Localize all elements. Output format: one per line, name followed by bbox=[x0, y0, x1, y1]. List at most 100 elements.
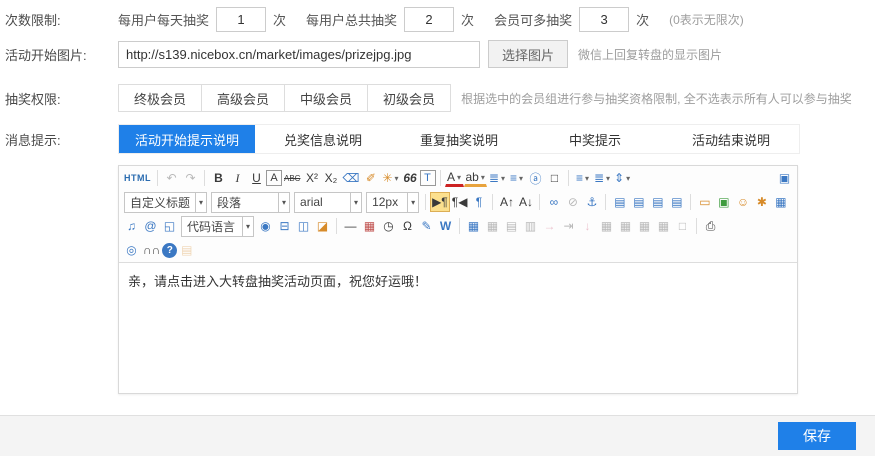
snippet-icon[interactable]: ◪ bbox=[313, 216, 332, 236]
insert-col-icon[interactable]: ⇥ bbox=[559, 216, 578, 236]
strikethrough-icon[interactable]: ABC bbox=[282, 168, 302, 188]
page-break-icon[interactable]: ⊟ bbox=[275, 216, 294, 236]
align-icon[interactable]: ≡▾ bbox=[573, 168, 592, 188]
dropdown-caret-icon: ▾ bbox=[242, 217, 253, 236]
font-size-decrease-icon[interactable]: A↓ bbox=[516, 192, 535, 212]
ordered-list-icon[interactable]: ≣▾ bbox=[487, 168, 507, 188]
unordered-list-icon[interactable]: ≡▾ bbox=[507, 168, 526, 188]
align-left-icon[interactable]: ▤ bbox=[610, 192, 629, 212]
save-button[interactable]: 保存 bbox=[778, 422, 856, 450]
message-tab-4[interactable]: 活动结束说明 bbox=[663, 125, 799, 153]
music-icon[interactable]: ♫ bbox=[122, 216, 141, 236]
member-option-0[interactable]: 终极会员 bbox=[118, 84, 202, 112]
anchor-a-icon[interactable]: ⓐ bbox=[526, 168, 545, 188]
member-extra-draw-input[interactable] bbox=[579, 7, 629, 32]
custom-title-select[interactable]: 自定义标题▾ bbox=[124, 192, 207, 213]
ltr-icon[interactable]: ▶¶ bbox=[430, 192, 450, 212]
emoticon-icon[interactable]: ☺ bbox=[733, 192, 752, 212]
code-language-select[interactable]: 代码语言▾ bbox=[181, 216, 254, 237]
hr-icon[interactable]: — bbox=[341, 216, 360, 236]
calendar-icon[interactable]: ▦ bbox=[360, 216, 379, 236]
message-tab-1[interactable]: 兑奖信息说明 bbox=[255, 125, 391, 153]
message-tab-3[interactable]: 中奖提示 bbox=[527, 125, 663, 153]
align-center-icon[interactable]: ▤ bbox=[629, 192, 648, 212]
format-painter-icon[interactable]: ✐ bbox=[361, 168, 380, 188]
unlink-icon[interactable]: ⊘ bbox=[563, 192, 582, 212]
clock-icon[interactable]: ◷ bbox=[379, 216, 398, 236]
link-icon[interactable]: ∞ bbox=[544, 192, 563, 212]
draw-limit-label: 次数限制: bbox=[5, 10, 118, 29]
bold-icon[interactable]: B bbox=[209, 168, 228, 188]
clear-doc-icon[interactable]: □ bbox=[673, 216, 692, 236]
insert-row-icon[interactable]: → bbox=[540, 216, 559, 236]
word-import-icon[interactable]: W bbox=[436, 216, 455, 236]
footer-bar: 保存 bbox=[0, 415, 875, 456]
message-tab-0[interactable]: 活动开始提示说明 bbox=[119, 125, 255, 153]
member-option-2[interactable]: 中级会员 bbox=[285, 84, 368, 112]
image-url-input[interactable] bbox=[118, 41, 480, 68]
paragraph-select[interactable]: 段落▾ bbox=[211, 192, 290, 213]
char-border-icon[interactable]: A bbox=[266, 170, 282, 186]
delete-row-icon[interactable]: ↓ bbox=[578, 216, 597, 236]
anchor-icon[interactable]: ⚓ bbox=[582, 192, 601, 212]
help-icon[interactable]: ? bbox=[162, 243, 177, 258]
insert-media-icon[interactable]: ▦ bbox=[771, 192, 790, 212]
paste-word-icon[interactable]: ▤ bbox=[177, 240, 196, 260]
margin-icon[interactable]: ≣▾ bbox=[592, 168, 612, 188]
attachment-icon[interactable]: @ bbox=[141, 216, 160, 236]
split-row-icon[interactable]: ▦ bbox=[616, 216, 635, 236]
find-replace-icon[interactable]: ∩∩ bbox=[141, 240, 162, 260]
print-icon[interactable]: ⎙ bbox=[701, 216, 720, 236]
paste-as-text-icon[interactable]: T bbox=[420, 170, 436, 186]
font-color-icon[interactable]: A▾ bbox=[445, 170, 464, 187]
palette-icon[interactable]: ✱ bbox=[752, 192, 771, 212]
remove-format-icon[interactable]: ⌫ bbox=[340, 168, 361, 188]
total-draw-input[interactable] bbox=[404, 7, 454, 32]
subscript-icon[interactable]: X₂ bbox=[321, 168, 340, 188]
omega-icon[interactable]: Ω bbox=[398, 216, 417, 236]
rtl-icon[interactable]: ¶◀ bbox=[450, 192, 470, 212]
editor-content[interactable]: 亲，请点击进入大转盘抽奖活动页面，祝您好运哦！ bbox=[119, 262, 797, 393]
table-grid-icon[interactable]: ▦ bbox=[654, 216, 673, 236]
insert-code-icon[interactable]: ◉ bbox=[256, 216, 275, 236]
underline-icon[interactable]: U bbox=[247, 168, 266, 188]
superscript-icon[interactable]: X² bbox=[302, 168, 321, 188]
insert-image-icon[interactable]: ▣ bbox=[714, 192, 733, 212]
redo-icon[interactable]: ↷ bbox=[181, 168, 200, 188]
message-tab-2[interactable]: 重复抽奖说明 bbox=[391, 125, 527, 153]
fullscreen-icon[interactable]: ▣ bbox=[775, 168, 794, 188]
edit-doc-icon[interactable]: ✎ bbox=[417, 216, 436, 236]
align-right-icon[interactable]: ▤ bbox=[648, 192, 667, 212]
choose-image-button[interactable]: 选择图片 bbox=[488, 40, 568, 68]
member-option-1[interactable]: 高级会员 bbox=[202, 84, 285, 112]
html-source-button[interactable]: HTML bbox=[122, 168, 153, 188]
media-page-icon[interactable]: ◱ bbox=[160, 216, 179, 236]
auto-typeset-icon[interactable]: ✳▾ bbox=[380, 168, 400, 188]
line-height-icon[interactable]: ⇕▾ bbox=[612, 168, 632, 188]
start-image-hint: 微信上回复转盘的显示图片 bbox=[578, 46, 722, 63]
preview-icon[interactable]: ◎ bbox=[122, 240, 141, 260]
member-option-3[interactable]: 初级会员 bbox=[368, 84, 451, 112]
align-justify-icon[interactable]: ▤ bbox=[667, 192, 686, 212]
undo-icon[interactable]: ↶ bbox=[162, 168, 181, 188]
highlight-color-icon[interactable]: ab▾ bbox=[464, 170, 487, 187]
cell-props-icon[interactable]: ▥ bbox=[521, 216, 540, 236]
paragraph-format-icon[interactable]: ¶ bbox=[469, 192, 488, 212]
columns-icon[interactable]: ◫ bbox=[294, 216, 313, 236]
insert-table-icon[interactable]: ▦ bbox=[464, 216, 483, 236]
blockquote-icon[interactable]: 66 bbox=[401, 168, 420, 188]
message-tips-label: 消息提示: bbox=[5, 130, 118, 149]
font-size-select[interactable]: 12px▾ bbox=[366, 192, 419, 213]
daily-draw-unit: 次 bbox=[273, 10, 286, 29]
image-space-icon[interactable]: ▭ bbox=[695, 192, 714, 212]
italic-icon[interactable]: I bbox=[228, 168, 247, 188]
daily-draw-input[interactable] bbox=[216, 7, 266, 32]
toolbar-separator bbox=[690, 194, 691, 210]
table-delete-icon[interactable]: ▦ bbox=[483, 216, 502, 236]
table-props-icon[interactable]: ▤ bbox=[502, 216, 521, 236]
font-family-select[interactable]: arial▾ bbox=[294, 192, 362, 213]
merge-cells-icon[interactable]: ▦ bbox=[597, 216, 616, 236]
font-size-increase-icon[interactable]: A↑ bbox=[497, 192, 516, 212]
new-page-icon[interactable]: □ bbox=[545, 168, 564, 188]
split-col-icon[interactable]: ▦ bbox=[635, 216, 654, 236]
